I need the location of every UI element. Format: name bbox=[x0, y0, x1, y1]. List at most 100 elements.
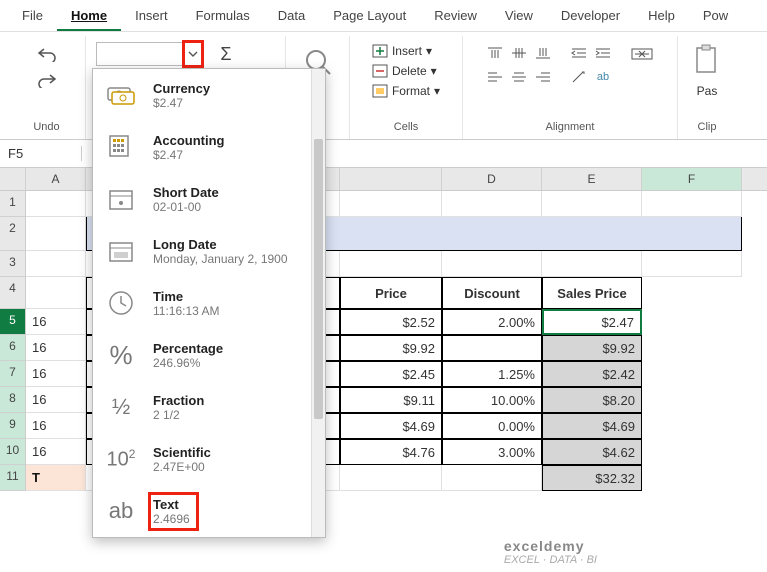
ribbon-tab-page layout[interactable]: Page Layout bbox=[319, 2, 420, 31]
cell[interactable] bbox=[442, 335, 542, 361]
ribbon-tab-developer[interactable]: Developer bbox=[547, 2, 634, 31]
row-header[interactable]: 3 bbox=[0, 251, 26, 277]
ribbon-tab-home[interactable]: Home bbox=[57, 2, 121, 31]
number-format-option-currency[interactable]: Currency$2.47 bbox=[93, 69, 325, 121]
cell[interactable]: 16 bbox=[26, 439, 86, 465]
ribbon-tab-pow[interactable]: Pow bbox=[689, 2, 742, 31]
align-top-icon[interactable] bbox=[484, 42, 506, 64]
cell[interactable]: $8.20 bbox=[542, 387, 642, 413]
cell[interactable]: $4.69 bbox=[340, 413, 442, 439]
cell[interactable] bbox=[26, 191, 86, 217]
wrap-text-icon[interactable]: ab bbox=[592, 66, 614, 88]
number-format-option-percentage[interactable]: %Percentage246.96% bbox=[93, 329, 325, 381]
cell[interactable] bbox=[442, 191, 542, 217]
select-all-corner[interactable] bbox=[0, 168, 26, 190]
cell[interactable]: $4.76 bbox=[340, 439, 442, 465]
number-format-option-scientific[interactable]: 102Scientific2.47E+00 bbox=[93, 433, 325, 485]
number-format-option-text[interactable]: abText2.4696 bbox=[93, 485, 325, 537]
scrollbar-thumb[interactable] bbox=[314, 139, 323, 419]
cell[interactable] bbox=[26, 277, 86, 309]
cell[interactable]: $32.32 bbox=[542, 465, 642, 491]
ribbon-tab-view[interactable]: View bbox=[491, 2, 547, 31]
cell[interactable]: Sales Price bbox=[542, 277, 642, 309]
row-header[interactable]: 4 bbox=[0, 277, 26, 309]
align-center-icon[interactable] bbox=[508, 66, 530, 88]
row-header[interactable]: 5 bbox=[0, 309, 26, 335]
cell[interactable]: 16 bbox=[26, 335, 86, 361]
row-header[interactable]: 1 bbox=[0, 191, 26, 217]
decrease-indent-icon[interactable] bbox=[568, 42, 590, 64]
cell[interactable]: $2.45 bbox=[340, 361, 442, 387]
ribbon-tab-formulas[interactable]: Formulas bbox=[182, 2, 264, 31]
cell[interactable] bbox=[442, 251, 542, 277]
cell[interactable] bbox=[542, 251, 642, 277]
name-box[interactable]: F5 bbox=[0, 146, 82, 161]
row-header[interactable]: 9 bbox=[0, 413, 26, 439]
align-middle-icon[interactable] bbox=[508, 42, 530, 64]
ribbon-tab-insert[interactable]: Insert bbox=[121, 2, 182, 31]
number-format-option-time[interactable]: Time11:16:13 AM bbox=[93, 277, 325, 329]
cell[interactable]: 16 bbox=[26, 309, 86, 335]
align-left-icon[interactable] bbox=[484, 66, 506, 88]
ribbon-tab-file[interactable]: File bbox=[8, 2, 57, 31]
cell[interactable]: $2.52 bbox=[340, 309, 442, 335]
autosum-icon[interactable]: Σ bbox=[212, 42, 240, 66]
cell[interactable]: 16 bbox=[26, 361, 86, 387]
insert-button[interactable]: Insert ▾ bbox=[368, 42, 444, 60]
row-header[interactable]: 10 bbox=[0, 439, 26, 465]
cell[interactable] bbox=[442, 465, 542, 491]
ribbon-tab-data[interactable]: Data bbox=[264, 2, 319, 31]
col-header[interactable]: F bbox=[642, 168, 742, 190]
cell[interactable]: 1.25% bbox=[442, 361, 542, 387]
orientation-icon[interactable] bbox=[568, 66, 590, 88]
row-header[interactable]: 7 bbox=[0, 361, 26, 387]
col-header[interactable]: D bbox=[442, 168, 542, 190]
cell[interactable]: T bbox=[26, 465, 86, 491]
col-header[interactable]: A bbox=[26, 168, 86, 190]
cell[interactable] bbox=[340, 251, 442, 277]
number-format-option-long-date[interactable]: Long DateMonday, January 2, 1900 bbox=[93, 225, 325, 277]
increase-indent-icon[interactable] bbox=[592, 42, 614, 64]
number-format-box[interactable] bbox=[96, 42, 184, 66]
row-header[interactable]: 2 bbox=[0, 217, 26, 251]
cell[interactable]: Price bbox=[340, 277, 442, 309]
cell[interactable]: $2.47 bbox=[542, 309, 642, 335]
number-format-option-fraction[interactable]: ½Fraction2 1/2 bbox=[93, 381, 325, 433]
cell[interactable]: $9.11 bbox=[340, 387, 442, 413]
cell[interactable]: $4.62 bbox=[542, 439, 642, 465]
cell[interactable]: 2.00% bbox=[442, 309, 542, 335]
merge-center-icon[interactable] bbox=[628, 42, 656, 66]
redo-icon[interactable] bbox=[33, 68, 61, 92]
cell[interactable] bbox=[542, 191, 642, 217]
row-header[interactable]: 8 bbox=[0, 387, 26, 413]
cell[interactable]: $9.92 bbox=[340, 335, 442, 361]
scrollbar[interactable] bbox=[311, 69, 325, 537]
number-format-option-short-date[interactable]: Short Date02-01-00 bbox=[93, 173, 325, 225]
col-header[interactable]: E bbox=[542, 168, 642, 190]
ribbon-tab-help[interactable]: Help bbox=[634, 2, 689, 31]
format-button[interactable]: Format ▾ bbox=[368, 82, 444, 100]
undo-icon[interactable] bbox=[33, 42, 61, 66]
cell[interactable]: 3.00% bbox=[442, 439, 542, 465]
paste-icon[interactable] bbox=[691, 42, 723, 78]
ribbon-tab-review[interactable]: Review bbox=[420, 2, 491, 31]
cell[interactable] bbox=[340, 465, 442, 491]
row-header[interactable]: 11 bbox=[0, 465, 26, 491]
cell[interactable] bbox=[642, 191, 742, 217]
cell[interactable]: 16 bbox=[26, 387, 86, 413]
cell[interactable] bbox=[26, 251, 86, 277]
align-right-icon[interactable] bbox=[532, 66, 554, 88]
row-header[interactable]: 6 bbox=[0, 335, 26, 361]
col-header[interactable] bbox=[340, 168, 442, 190]
cell[interactable]: 16 bbox=[26, 413, 86, 439]
cell[interactable]: $2.42 bbox=[542, 361, 642, 387]
number-format-option-accounting[interactable]: Accounting$2.47 bbox=[93, 121, 325, 173]
cell[interactable]: $9.92 bbox=[542, 335, 642, 361]
cell[interactable]: 10.00% bbox=[442, 387, 542, 413]
cell[interactable]: Discount bbox=[442, 277, 542, 309]
delete-button[interactable]: Delete ▾ bbox=[368, 62, 444, 80]
number-format-dropdown-button[interactable] bbox=[184, 42, 202, 66]
align-bottom-icon[interactable] bbox=[532, 42, 554, 64]
cell[interactable]: $4.69 bbox=[542, 413, 642, 439]
cell[interactable]: 0.00% bbox=[442, 413, 542, 439]
